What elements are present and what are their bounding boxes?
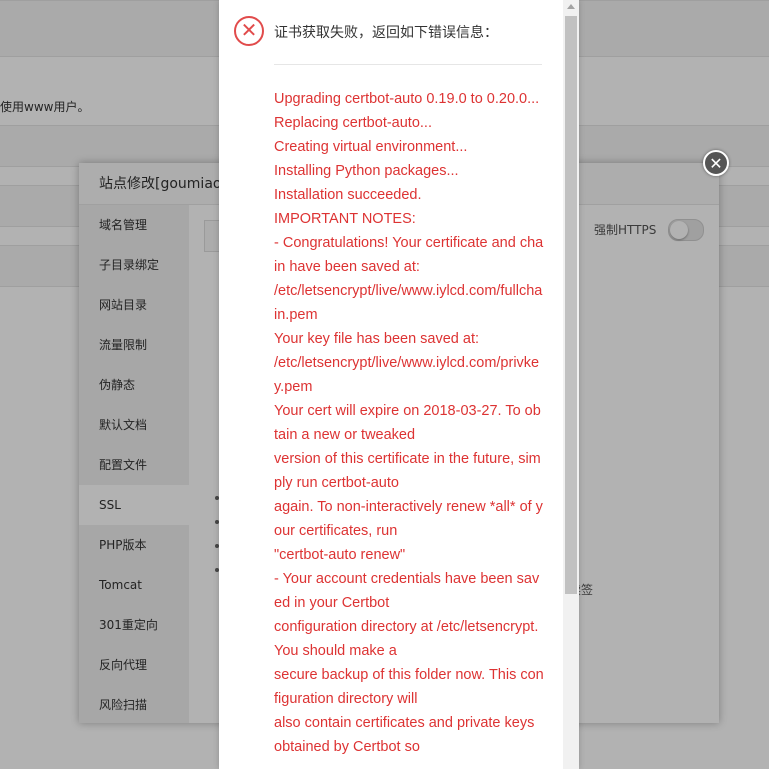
- error-line: - Congratulations! Your certificate and …: [274, 235, 544, 275]
- error-line: also contain certificates and private ke…: [274, 715, 535, 755]
- error-line: /etc/letsencrypt/live/www.iylcd.com/full…: [274, 283, 543, 323]
- error-line: /etc/letsencrypt/live/www.iylcd.com/priv…: [274, 355, 540, 395]
- error-line: Installing Python packages...: [274, 163, 459, 179]
- divider: [274, 64, 542, 65]
- error-line: - Your account credentials have been sav…: [274, 571, 540, 611]
- close-icon[interactable]: ✕: [703, 150, 729, 176]
- error-line: Your key file has been saved at:: [274, 331, 480, 347]
- error-message: Upgrading certbot-auto 0.19.0 to 0.20.0.…: [274, 87, 544, 759]
- error-x-icon: ✕: [234, 16, 264, 46]
- error-dialog: ✕ 证书获取失败，返回如下错误信息： Upgrading certbot-aut…: [219, 0, 579, 769]
- error-line: "certbot-auto renew": [274, 547, 406, 563]
- error-line: Upgrading certbot-auto 0.19.0 to 0.20.0.…: [274, 91, 540, 107]
- error-line: configuration directory at /etc/letsencr…: [274, 619, 539, 659]
- error-line: again. To non-interactively renew *all* …: [274, 499, 543, 539]
- error-line: secure backup of this folder now. This c…: [274, 667, 544, 707]
- error-line: Installation succeeded.: [274, 187, 422, 203]
- error-line: IMPORTANT NOTES:: [274, 211, 416, 227]
- scrollbar-thumb[interactable]: [565, 16, 577, 594]
- error-line: Replacing certbot-auto...: [274, 115, 432, 131]
- error-line: version of this certificate in the futur…: [274, 451, 541, 491]
- error-line: Your cert will expire on 2018-03-27. To …: [274, 403, 541, 443]
- error-line: Creating virtual environment...: [274, 139, 468, 155]
- scrollbar[interactable]: [563, 0, 579, 769]
- scroll-up-arrow-icon[interactable]: [567, 4, 575, 9]
- error-heading: 证书获取失败，返回如下错误信息：: [274, 24, 498, 40]
